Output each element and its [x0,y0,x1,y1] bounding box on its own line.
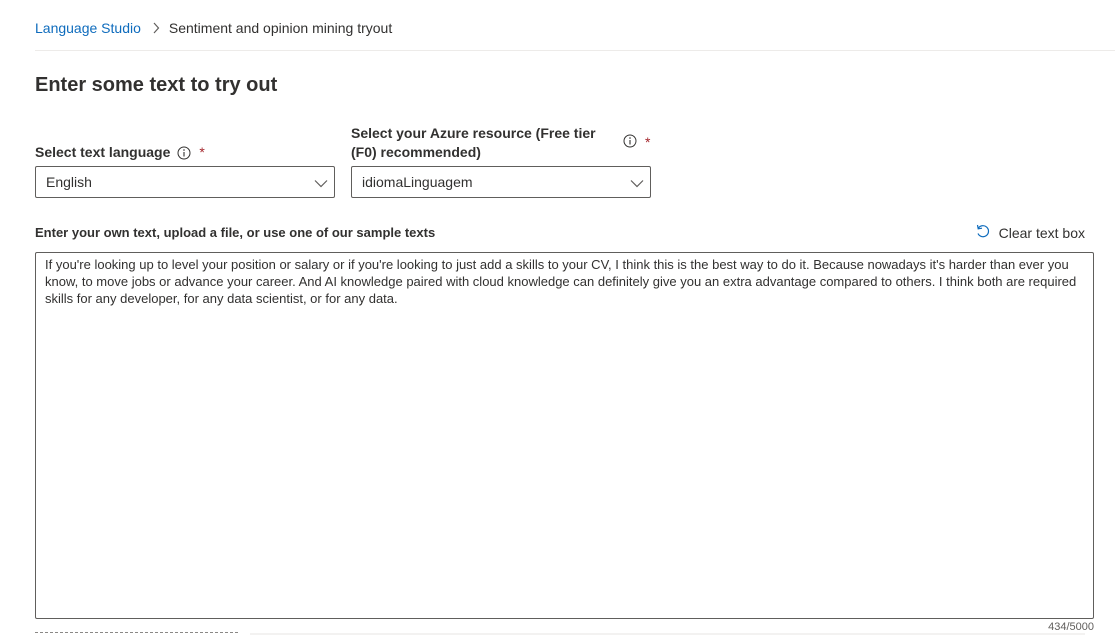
required-asterisk: * [199,144,205,160]
text-input-area[interactable]: If you're looking up to level your posit… [35,252,1094,619]
info-icon[interactable] [177,146,191,160]
undo-icon [975,223,999,242]
clear-text-box-label: Clear text box [998,224,1085,241]
language-dropdown-value: English [46,174,92,190]
breadcrumb-language-studio-link[interactable]: Language Studio [35,20,141,36]
info-icon[interactable] [623,134,637,153]
language-field-label: Select text language * [35,143,205,162]
breadcrumb: Language Studio Sentiment and opinion mi… [35,18,392,38]
chevron-right-icon [152,22,160,34]
text-input-label: Enter your own text, upload a file, or u… [35,225,436,240]
language-label-text: Select text language [35,144,171,160]
chevron-down-icon [314,176,328,192]
upload-file-dropzone-edge[interactable] [35,632,238,633]
page-title: Enter some text to try out [35,74,278,96]
language-dropdown[interactable]: English [35,166,335,198]
clear-text-box-button[interactable]: Clear text box [975,223,1085,242]
header-divider [35,50,1115,51]
resource-dropdown-value: idiomaLinguagem [362,174,473,190]
breadcrumb-current-page: Sentiment and opinion mining tryout [168,20,393,36]
resource-field-label: Select your Azure resource (Free tier (F… [351,125,596,160]
resource-dropdown[interactable]: idiomaLinguagem [351,166,651,198]
chevron-down-icon [630,176,644,192]
required-asterisk: * [645,134,651,150]
character-counter: 434/5000 [1048,621,1094,633]
